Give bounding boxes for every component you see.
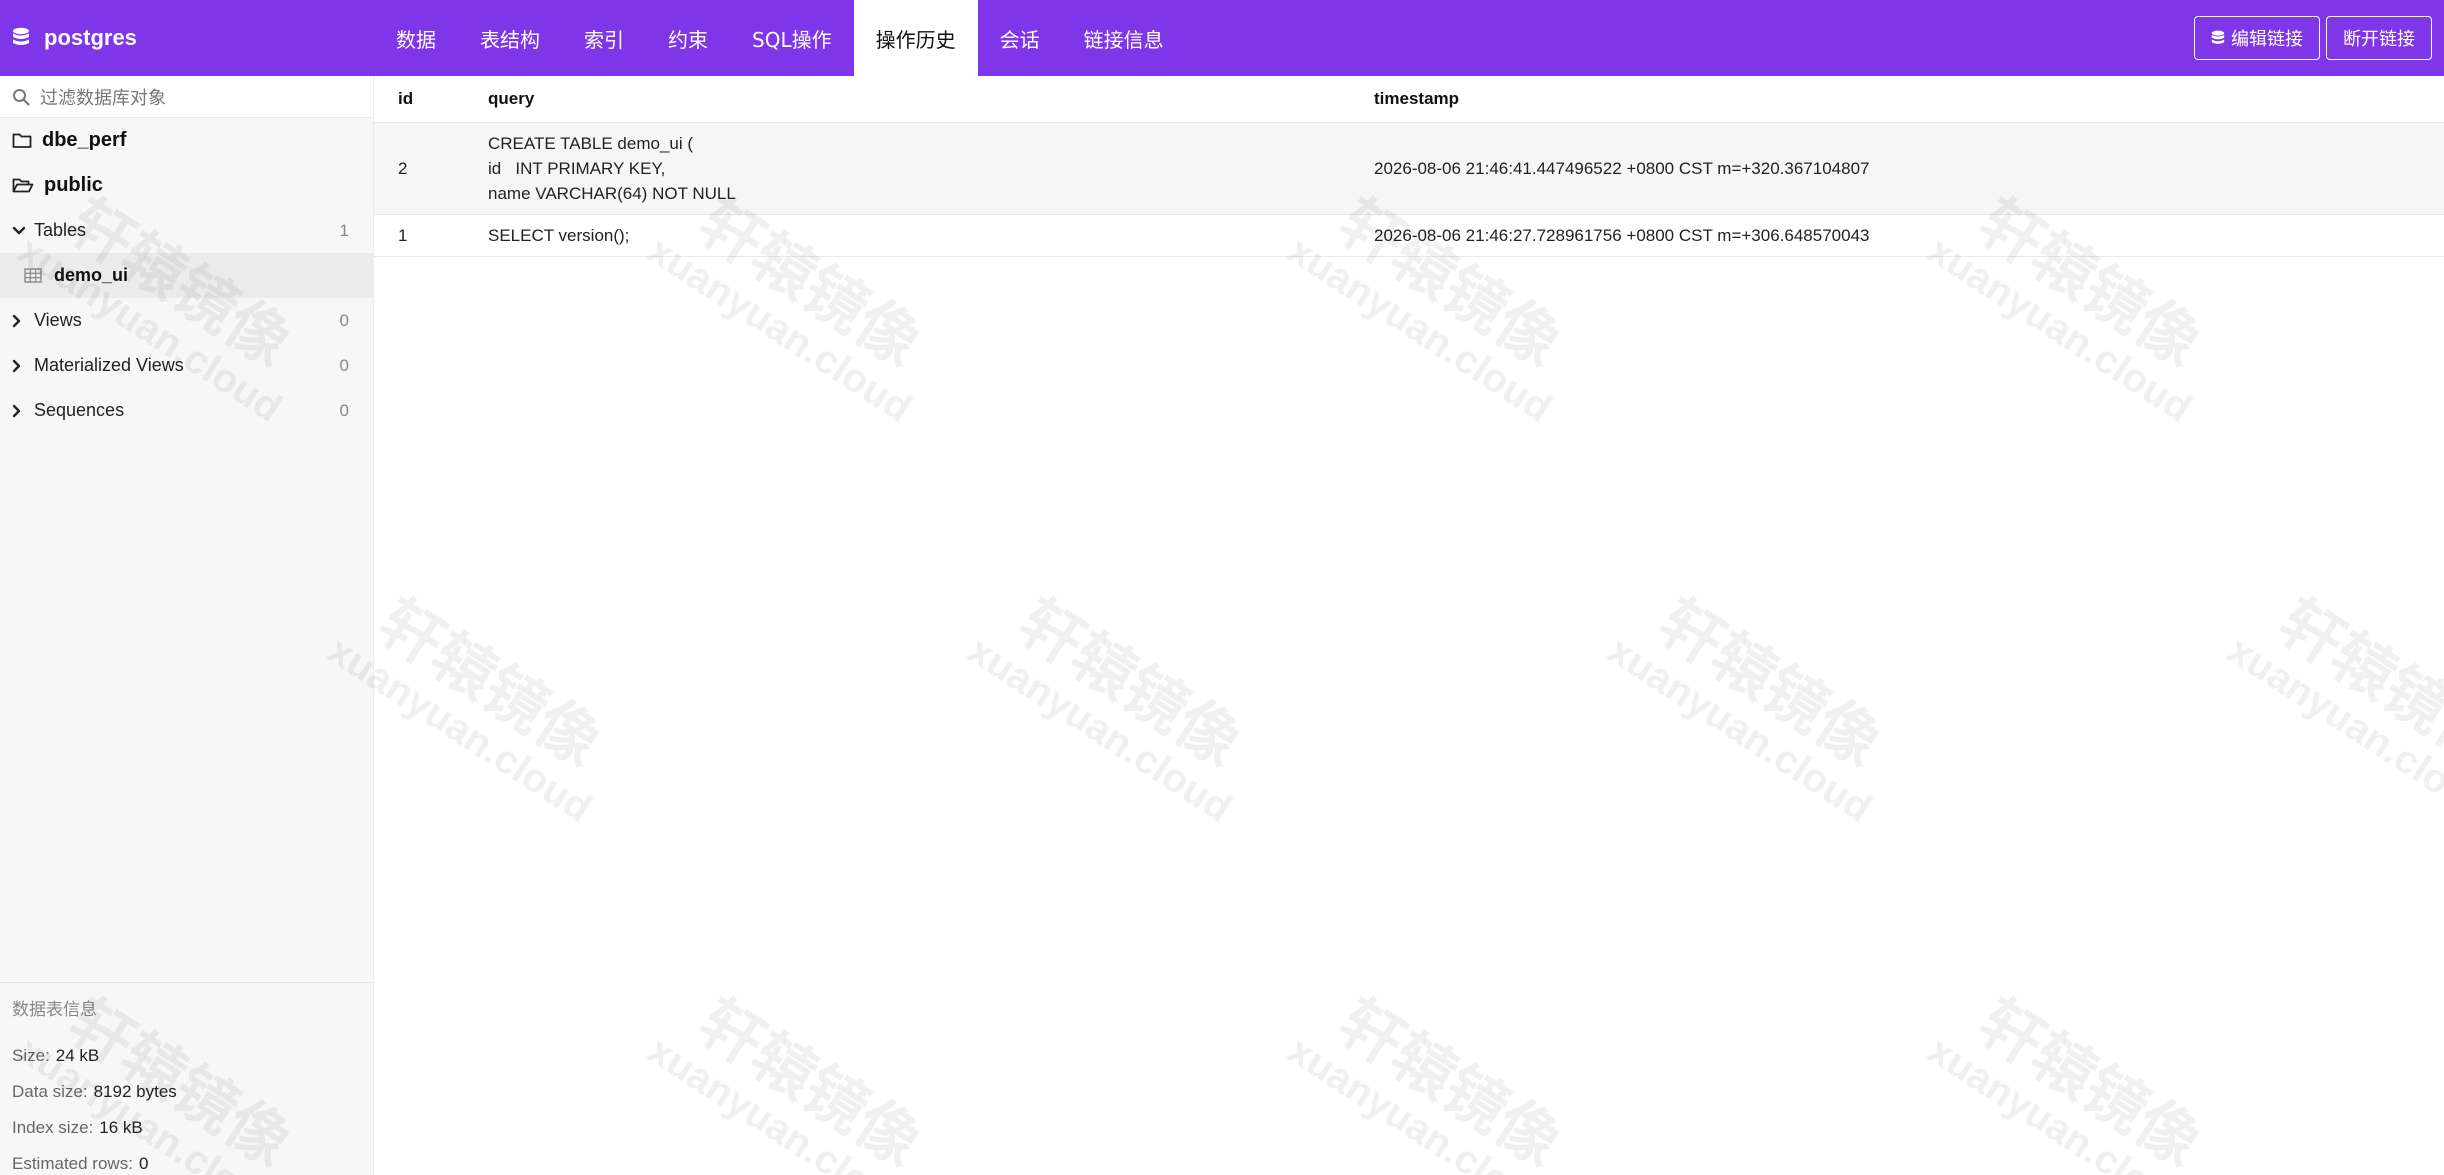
cell-query: CREATE TABLE demo_ui ( id INT PRIMARY KE… [464, 122, 1350, 215]
disconnect-button[interactable]: 断开链接 [2326, 16, 2432, 60]
group-label: Sequences [34, 400, 125, 420]
info-index-size: Index size: 16 kB [12, 1110, 362, 1146]
tab-data[interactable]: 数据 [374, 0, 458, 76]
info-value: 8192 bytes [93, 1082, 177, 1101]
query-line: id INT PRIMARY KEY, [488, 158, 666, 178]
top-bar: postgres 数据 表结构 索引 约束 SQL操作 操作历史 会话 链接信息… [0, 0, 2444, 76]
table-row[interactable]: 1 SELECT version(); 2026-08-06 21:46:27.… [374, 214, 2444, 257]
history-panel: id query timestamp 2 CREATE TABLE demo_u… [374, 76, 2444, 1175]
db-name: postgres [44, 25, 137, 50]
schema-item-dbe-perf[interactable]: dbe_perf [0, 118, 373, 163]
info-value: 16 kB [99, 1118, 143, 1137]
schema-label: public [44, 174, 103, 196]
group-count: 1 [339, 220, 349, 240]
group-views[interactable]: Views 0 [0, 298, 373, 343]
chevron-down-icon [12, 226, 26, 234]
folder-icon [12, 133, 32, 148]
chevron-right-icon [12, 314, 21, 327]
table-row[interactable]: 2 CREATE TABLE demo_ui ( id INT PRIMARY … [374, 122, 2444, 215]
info-data-size: Data size: 8192 bytes [12, 1074, 362, 1110]
column-header-id[interactable]: id [374, 76, 464, 123]
cell-timestamp: 2026-08-06 21:46:27.728961756 +0800 CST … [1350, 214, 2444, 257]
cell-query: SELECT version(); [464, 214, 1350, 257]
history-table: id query timestamp 2 CREATE TABLE demo_u… [374, 76, 2444, 257]
tab-constraints[interactable]: 约束 [646, 0, 730, 76]
cell-id: 2 [374, 122, 464, 215]
folder-open-icon [12, 178, 34, 193]
tab-bar: 数据 表结构 索引 约束 SQL操作 操作历史 会话 链接信息 [374, 0, 1186, 76]
info-estimated-rows: Estimated rows: 0 [12, 1146, 362, 1175]
database-icon [2211, 30, 2225, 44]
table-item-demo-ui[interactable]: demo_ui [0, 253, 373, 298]
table-label: demo_ui [54, 265, 129, 285]
tab-sessions[interactable]: 会话 [978, 0, 1062, 76]
group-label: Materialized Views [34, 355, 184, 375]
info-key: Estimated rows: [12, 1154, 133, 1173]
query-line: SELECT version(); [488, 225, 630, 245]
app-window: postgres 数据 表结构 索引 约束 SQL操作 操作历史 会话 链接信息… [0, 0, 2444, 1175]
group-tables[interactable]: Tables 1 [0, 208, 373, 253]
schema-item-public[interactable]: public [0, 163, 373, 208]
chevron-right-icon [12, 404, 21, 417]
table-header-row: id query timestamp [374, 76, 2444, 123]
edit-connection-button[interactable]: 编辑链接 [2194, 16, 2320, 60]
column-header-timestamp[interactable]: timestamp [1350, 76, 2444, 123]
filter-input[interactable]: 过滤数据库对象 [0, 76, 373, 118]
tab-structure[interactable]: 表结构 [458, 0, 562, 76]
cell-id: 1 [374, 214, 464, 257]
group-label: Tables [34, 220, 87, 240]
group-label: Views [34, 310, 82, 330]
schema-label: dbe_perf [42, 129, 127, 151]
filter-placeholder: 过滤数据库对象 [40, 87, 166, 109]
tab-connection-info[interactable]: 链接信息 [1062, 0, 1186, 76]
top-actions: 编辑链接 断开链接 [2194, 0, 2444, 76]
info-key: Index size: [12, 1118, 94, 1137]
info-size: Size: 24 kB [12, 1038, 362, 1074]
group-count: 0 [339, 400, 349, 420]
column-header-query[interactable]: query [464, 76, 1350, 123]
query-line: CREATE TABLE demo_ui ( [488, 133, 694, 153]
group-count: 0 [339, 355, 349, 375]
tab-indexes[interactable]: 索引 [562, 0, 646, 76]
table-icon [24, 268, 42, 283]
cell-timestamp: 2026-08-06 21:46:41.447496522 +0800 CST … [1350, 122, 2444, 215]
search-icon [13, 88, 30, 106]
table-info-panel: 数据表信息 Size: 24 kB Data size: 8192 bytes … [0, 982, 374, 1175]
query-line: name VARCHAR(64) NOT NULL [488, 183, 736, 203]
tab-history[interactable]: 操作历史 [853, 0, 978, 76]
edit-connection-label: 编辑链接 [2231, 29, 2303, 50]
group-materialized-views[interactable]: Materialized Views 0 [0, 343, 373, 388]
table-info-title: 数据表信息 [12, 1000, 97, 1020]
group-sequences[interactable]: Sequences 0 [0, 388, 373, 433]
info-value: 0 [138, 1154, 149, 1173]
info-key: Data size: [12, 1082, 88, 1101]
group-count: 0 [339, 310, 349, 330]
chevron-right-icon [12, 359, 21, 372]
database-icon [13, 27, 29, 45]
info-value: 24 kB [55, 1046, 100, 1065]
db-brand[interactable]: postgres [0, 0, 374, 76]
sidebar: 过滤数据库对象 dbe_perf public Tables 1 demo_ui… [0, 76, 374, 1175]
tab-sql[interactable]: SQL操作 [730, 0, 854, 76]
info-key: Size: [12, 1046, 50, 1065]
